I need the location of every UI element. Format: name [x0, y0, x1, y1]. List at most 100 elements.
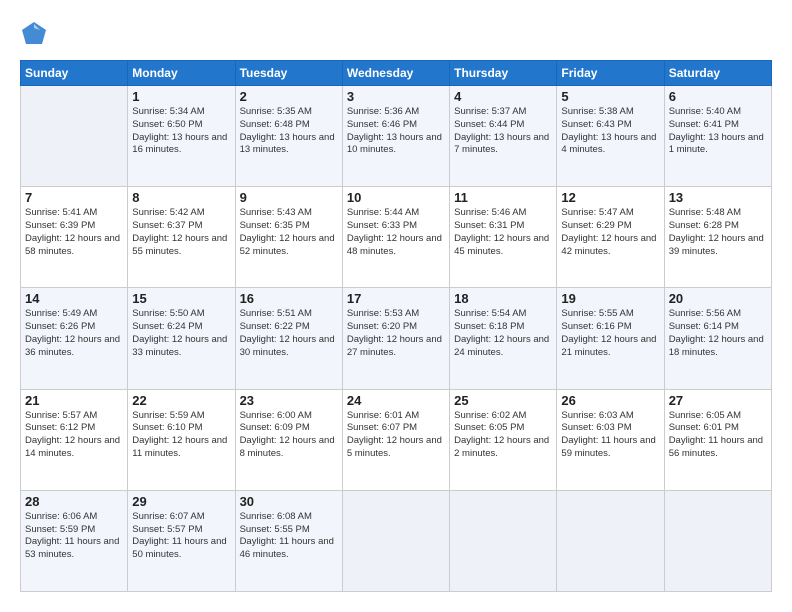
calendar-cell: 28 Sunrise: 6:06 AM Sunset: 5:59 PM Dayli… [21, 490, 128, 591]
calendar-cell: 9 Sunrise: 5:43 AM Sunset: 6:35 PM Daylig… [235, 187, 342, 288]
day-number: 23 [240, 393, 338, 408]
calendar-week-row: 7 Sunrise: 5:41 AM Sunset: 6:39 PM Daylig… [21, 187, 772, 288]
cell-info: Sunrise: 6:01 AM Sunset: 6:07 PM Dayligh… [347, 410, 445, 461]
column-header-monday: Monday [128, 61, 235, 86]
calendar-cell: 7 Sunrise: 5:41 AM Sunset: 6:39 PM Daylig… [21, 187, 128, 288]
cell-info: Sunrise: 5:59 AM Sunset: 6:10 PM Dayligh… [132, 410, 230, 461]
calendar-cell [557, 490, 664, 591]
cell-info: Sunrise: 5:38 AM Sunset: 6:43 PM Dayligh… [561, 106, 659, 157]
cell-info: Sunrise: 6:02 AM Sunset: 6:05 PM Dayligh… [454, 410, 552, 461]
calendar-cell [450, 490, 557, 591]
day-number: 10 [347, 190, 445, 205]
calendar-cell: 3 Sunrise: 5:36 AM Sunset: 6:46 PM Daylig… [342, 86, 449, 187]
cell-info: Sunrise: 5:44 AM Sunset: 6:33 PM Dayligh… [347, 207, 445, 258]
day-number: 11 [454, 190, 552, 205]
calendar-cell: 24 Sunrise: 6:01 AM Sunset: 6:07 PM Dayli… [342, 389, 449, 490]
day-number: 4 [454, 89, 552, 104]
cell-info: Sunrise: 5:48 AM Sunset: 6:28 PM Dayligh… [669, 207, 767, 258]
cell-info: Sunrise: 5:54 AM Sunset: 6:18 PM Dayligh… [454, 308, 552, 359]
cell-info: Sunrise: 5:51 AM Sunset: 6:22 PM Dayligh… [240, 308, 338, 359]
calendar-cell: 21Sunrise: 5:57 AM Sunset: 6:12 PM Dayli… [21, 389, 128, 490]
column-header-sunday: Sunday [21, 61, 128, 86]
calendar-cell: 5 Sunrise: 5:38 AM Sunset: 6:43 PM Daylig… [557, 86, 664, 187]
cell-info: Sunrise: 6:06 AM Sunset: 5:59 PM Dayligh… [25, 511, 123, 562]
calendar-week-row: 28 Sunrise: 6:06 AM Sunset: 5:59 PM Dayli… [21, 490, 772, 591]
day-number: 9 [240, 190, 338, 205]
calendar-cell: 10 Sunrise: 5:44 AM Sunset: 6:33 PM Dayli… [342, 187, 449, 288]
cell-info: Sunrise: 6:07 AM Sunset: 5:57 PM Dayligh… [132, 511, 230, 562]
day-number: 24 [347, 393, 445, 408]
calendar-cell: 30Sunrise: 6:08 AM Sunset: 5:55 PM Dayli… [235, 490, 342, 591]
calendar-week-row: 1 Sunrise: 5:34 AM Sunset: 6:50 PM Daylig… [21, 86, 772, 187]
calendar-cell: 2 Sunrise: 5:35 AM Sunset: 6:48 PM Daylig… [235, 86, 342, 187]
day-number: 8 [132, 190, 230, 205]
column-header-tuesday: Tuesday [235, 61, 342, 86]
day-number: 20 [669, 291, 767, 306]
calendar-cell: 18Sunrise: 5:54 AM Sunset: 6:18 PM Dayli… [450, 288, 557, 389]
logo [20, 20, 52, 48]
header [20, 20, 772, 48]
cell-info: Sunrise: 5:42 AM Sunset: 6:37 PM Dayligh… [132, 207, 230, 258]
calendar-week-row: 14 Sunrise: 5:49 AM Sunset: 6:26 PM Dayli… [21, 288, 772, 389]
page: SundayMondayTuesdayWednesdayThursdayFrid… [0, 0, 792, 612]
calendar-cell: 8 Sunrise: 5:42 AM Sunset: 6:37 PM Daylig… [128, 187, 235, 288]
day-number: 14 [25, 291, 123, 306]
calendar-cell: 23 Sunrise: 6:00 AM Sunset: 6:09 PM Dayli… [235, 389, 342, 490]
column-header-wednesday: Wednesday [342, 61, 449, 86]
calendar-cell [664, 490, 771, 591]
day-number: 5 [561, 89, 659, 104]
calendar-cell: 20 Sunrise: 5:56 AM Sunset: 6:14 PM Dayli… [664, 288, 771, 389]
calendar-cell: 14 Sunrise: 5:49 AM Sunset: 6:26 PM Dayli… [21, 288, 128, 389]
day-number: 26 [561, 393, 659, 408]
cell-info: Sunrise: 6:00 AM Sunset: 6:09 PM Dayligh… [240, 410, 338, 461]
logo-icon [20, 20, 48, 48]
calendar-cell: 11 Sunrise: 5:46 AM Sunset: 6:31 PM Dayli… [450, 187, 557, 288]
calendar-cell: 22 Sunrise: 5:59 AM Sunset: 6:10 PM Dayli… [128, 389, 235, 490]
day-number: 3 [347, 89, 445, 104]
cell-info: Sunrise: 5:37 AM Sunset: 6:44 PM Dayligh… [454, 106, 552, 157]
day-number: 25 [454, 393, 552, 408]
day-number: 1 [132, 89, 230, 104]
calendar-cell: 16 Sunrise: 5:51 AM Sunset: 6:22 PM Dayli… [235, 288, 342, 389]
calendar-cell: 12 Sunrise: 5:47 AM Sunset: 6:29 PM Dayli… [557, 187, 664, 288]
calendar-cell: 13Sunrise: 5:48 AM Sunset: 6:28 PM Dayli… [664, 187, 771, 288]
calendar-cell: 6Sunrise: 5:40 AM Sunset: 6:41 PM Daylig… [664, 86, 771, 187]
day-number: 21 [25, 393, 123, 408]
calendar-week-row: 21Sunrise: 5:57 AM Sunset: 6:12 PM Dayli… [21, 389, 772, 490]
day-number: 16 [240, 291, 338, 306]
cell-info: Sunrise: 5:49 AM Sunset: 6:26 PM Dayligh… [25, 308, 123, 359]
cell-info: Sunrise: 5:55 AM Sunset: 6:16 PM Dayligh… [561, 308, 659, 359]
cell-info: Sunrise: 5:36 AM Sunset: 6:46 PM Dayligh… [347, 106, 445, 157]
cell-info: Sunrise: 5:46 AM Sunset: 6:31 PM Dayligh… [454, 207, 552, 258]
cell-info: Sunrise: 5:47 AM Sunset: 6:29 PM Dayligh… [561, 207, 659, 258]
calendar-table: SundayMondayTuesdayWednesdayThursdayFrid… [20, 60, 772, 592]
column-header-thursday: Thursday [450, 61, 557, 86]
day-number: 30 [240, 494, 338, 509]
calendar-cell: 25 Sunrise: 6:02 AM Sunset: 6:05 PM Dayli… [450, 389, 557, 490]
calendar-cell [21, 86, 128, 187]
day-number: 19 [561, 291, 659, 306]
calendar-cell: 17 Sunrise: 5:53 AM Sunset: 6:20 PM Dayli… [342, 288, 449, 389]
day-number: 22 [132, 393, 230, 408]
day-number: 7 [25, 190, 123, 205]
calendar-cell [342, 490, 449, 591]
day-number: 12 [561, 190, 659, 205]
cell-info: Sunrise: 6:05 AM Sunset: 6:01 PM Dayligh… [669, 410, 767, 461]
day-number: 2 [240, 89, 338, 104]
column-header-saturday: Saturday [664, 61, 771, 86]
calendar-cell: 26 Sunrise: 6:03 AM Sunset: 6:03 PM Dayli… [557, 389, 664, 490]
day-number: 17 [347, 291, 445, 306]
cell-info: Sunrise: 5:35 AM Sunset: 6:48 PM Dayligh… [240, 106, 338, 157]
cell-info: Sunrise: 5:53 AM Sunset: 6:20 PM Dayligh… [347, 308, 445, 359]
day-number: 28 [25, 494, 123, 509]
cell-info: Sunrise: 5:34 AM Sunset: 6:50 PM Dayligh… [132, 106, 230, 157]
cell-info: Sunrise: 5:43 AM Sunset: 6:35 PM Dayligh… [240, 207, 338, 258]
calendar-cell: 4 Sunrise: 5:37 AM Sunset: 6:44 PM Daylig… [450, 86, 557, 187]
calendar-cell: 15Sunrise: 5:50 AM Sunset: 6:24 PM Dayli… [128, 288, 235, 389]
day-number: 29 [132, 494, 230, 509]
cell-info: Sunrise: 6:03 AM Sunset: 6:03 PM Dayligh… [561, 410, 659, 461]
cell-info: Sunrise: 5:56 AM Sunset: 6:14 PM Dayligh… [669, 308, 767, 359]
cell-info: Sunrise: 5:50 AM Sunset: 6:24 PM Dayligh… [132, 308, 230, 359]
cell-info: Sunrise: 5:41 AM Sunset: 6:39 PM Dayligh… [25, 207, 123, 258]
column-header-friday: Friday [557, 61, 664, 86]
